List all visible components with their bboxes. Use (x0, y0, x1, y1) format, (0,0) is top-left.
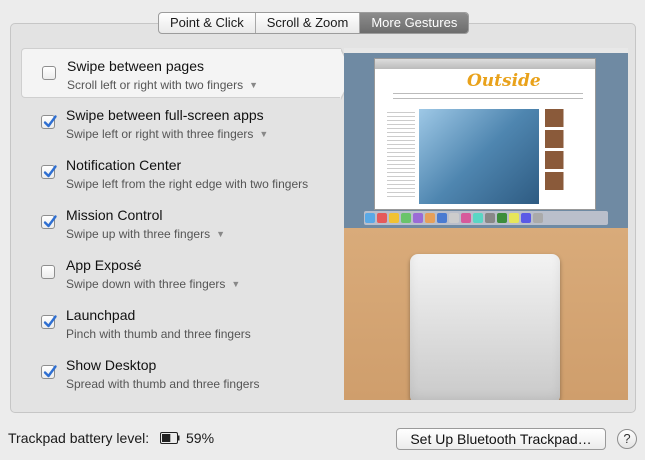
gesture-checkbox[interactable] (41, 215, 57, 229)
gesture-subtitle: Spread with thumb and three fingers (66, 377, 259, 391)
battery-icon (160, 432, 180, 444)
gesture-row[interactable]: Swipe between pages Scroll left or right … (21, 48, 355, 100)
tab-bar: Point & Click Scroll & Zoom More Gesture… (158, 12, 470, 34)
gesture-checkbox[interactable] (41, 115, 57, 129)
gesture-title: Launchpad (66, 307, 136, 323)
gesture-subtitle: Swipe left from the right edge with two … (66, 177, 308, 191)
gesture-subtitle-text: Swipe left from the right edge with two … (66, 177, 309, 191)
gesture-row[interactable]: Mission Control Swipe up with three finge… (21, 198, 341, 248)
gesture-title: Swipe between pages (67, 58, 204, 74)
magazine-logo: Outside (467, 71, 541, 91)
preview-menubar (344, 48, 628, 53)
preview-screen: Outside (344, 48, 628, 228)
gesture-checkbox[interactable] (41, 265, 55, 279)
chevron-down-icon[interactable]: ▼ (216, 229, 225, 239)
gesture-title: App Exposé (66, 257, 142, 273)
gesture-subtitle-text: Spread with thumb and three fingers (66, 377, 260, 391)
checkmark-icon (43, 165, 57, 178)
gesture-subtitle[interactable]: Scroll left or right with two fingers ▼ (67, 78, 258, 92)
checkmark-icon (43, 215, 57, 228)
gesture-checkbox[interactable] (42, 66, 56, 80)
gesture-subtitle-text: Pinch with thumb and three fingers (66, 327, 251, 341)
checkmark-icon (43, 315, 57, 328)
chevron-down-icon[interactable]: ▼ (231, 279, 240, 289)
gesture-row[interactable]: Show Desktop Spread with thumb and three … (21, 348, 341, 398)
tab-point-click[interactable]: Point & Click (159, 13, 256, 33)
magazine-sidebar (387, 109, 415, 199)
magazine-article-list (545, 109, 591, 199)
gesture-row[interactable]: App Exposé Swipe down with three fingers ▼ (21, 248, 341, 298)
gesture-subtitle[interactable]: Swipe down with three fingers ▼ (66, 277, 240, 291)
gesture-row[interactable]: Launchpad Pinch with thumb and three fing… (21, 298, 341, 348)
gesture-subtitle-text: Swipe down with three fingers (66, 277, 226, 291)
help-button[interactable]: ? (617, 429, 637, 449)
gesture-title: Show Desktop (66, 357, 157, 373)
gesture-checkbox[interactable] (41, 165, 57, 179)
gesture-checkbox[interactable] (41, 365, 57, 379)
battery-label: Trackpad battery level: (8, 430, 150, 446)
gesture-subtitle[interactable]: Swipe left or right with three fingers ▼ (66, 127, 268, 141)
gesture-row[interactable]: Swipe between full-screen apps Swipe left… (21, 98, 341, 148)
gestures-panel: Swipe between pages Scroll left or right … (10, 23, 636, 413)
trackpad-illustration (410, 254, 560, 400)
gesture-title: Swipe between full-screen apps (66, 107, 264, 123)
gesture-subtitle-text: Scroll left or right with two fingers (67, 78, 244, 92)
checkmark-icon (43, 365, 57, 378)
gesture-title: Notification Center (66, 157, 182, 173)
gesture-checkbox[interactable] (41, 315, 57, 329)
gesture-subtitle: Pinch with thumb and three fingers (66, 327, 251, 341)
gesture-subtitle-text: Swipe left or right with three fingers (66, 127, 254, 141)
preview-dock (364, 211, 608, 225)
chevron-down-icon[interactable]: ▼ (249, 80, 258, 90)
battery-percentage: 59% (186, 430, 215, 446)
preview-browser-window: Outside (374, 58, 596, 210)
tab-more-gestures[interactable]: More Gestures (360, 13, 469, 33)
gesture-subtitle-text: Swipe up with three fingers (66, 227, 211, 241)
setup-bluetooth-trackpad-button[interactable]: Set Up Bluetooth Trackpad… (396, 428, 606, 450)
magazine-nav (393, 93, 583, 99)
gesture-subtitle[interactable]: Swipe up with three fingers ▼ (66, 227, 225, 241)
gesture-title: Mission Control (66, 207, 163, 223)
chevron-down-icon[interactable]: ▼ (259, 129, 268, 139)
tab-scroll-zoom[interactable]: Scroll & Zoom (256, 13, 361, 33)
gesture-preview-image: Outside (344, 48, 628, 400)
gesture-row[interactable]: Notification Center Swipe left from the r… (21, 148, 341, 198)
checkmark-icon (43, 115, 57, 128)
magazine-hero-photo (419, 109, 539, 204)
